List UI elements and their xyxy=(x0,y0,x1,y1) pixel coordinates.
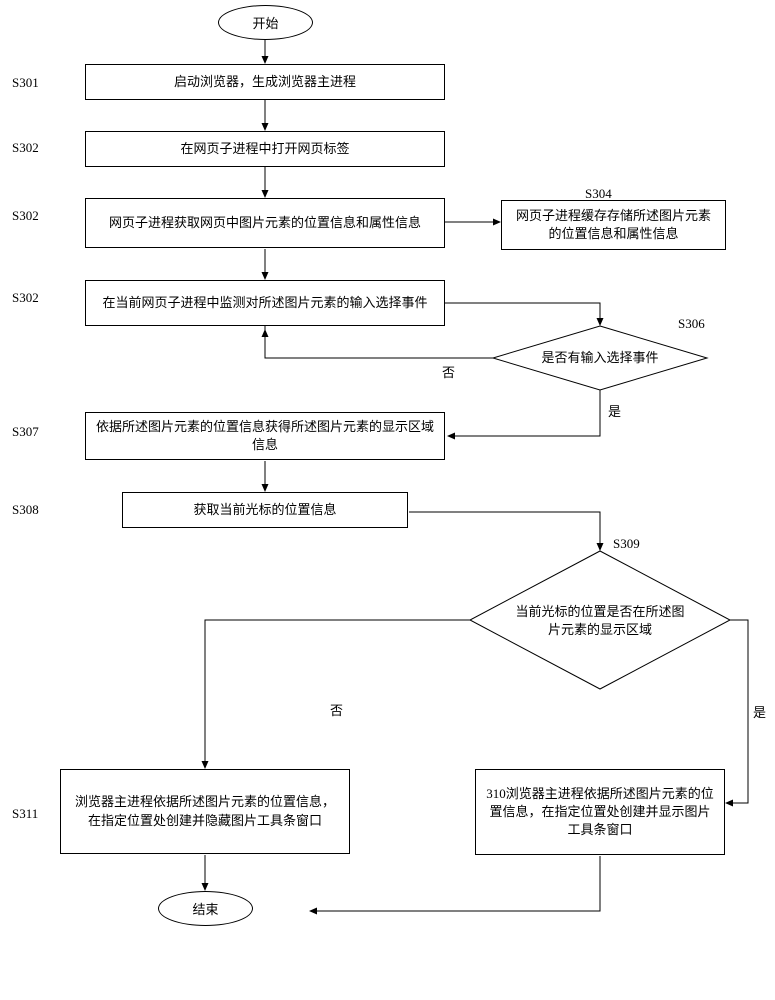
step-s311: 浏览器主进程依据所述图片元素的位置信息，在指定位置处创建并隐藏图片工具条窗口 xyxy=(60,769,350,854)
step-s310-text: 310浏览器主进程依据所述图片元素的位置信息，在指定位置处创建并显示图片工具条窗… xyxy=(484,785,716,840)
step-s304: 网页子进程缓存存储所述图片元素的位置信息和属性信息 xyxy=(501,200,726,250)
step-s307: 依据所述图片元素的位置信息获得所述图片元素的显示区域信息 xyxy=(85,412,445,460)
label-s308: S308 xyxy=(12,502,39,518)
step-s302c-text: 在当前网页子进程中监测对所述图片元素的输入选择事件 xyxy=(102,294,427,312)
step-s302b: 网页子进程获取网页中图片元素的位置信息和属性信息 xyxy=(85,198,445,248)
decision-s306-text: 是否有输入选择事件 xyxy=(541,349,658,367)
label-s302c: S302 xyxy=(12,290,39,306)
edge-s306-no: 否 xyxy=(442,362,455,381)
label-s307: S307 xyxy=(12,424,39,440)
step-s302b-text: 网页子进程获取网页中图片元素的位置信息和属性信息 xyxy=(109,214,421,232)
step-s308: 获取当前光标的位置信息 xyxy=(122,492,408,528)
step-s307-text: 依据所述图片元素的位置信息获得所述图片元素的显示区域信息 xyxy=(94,418,436,454)
step-s304-text: 网页子进程缓存存储所述图片元素的位置信息和属性信息 xyxy=(510,207,717,243)
label-s311: S311 xyxy=(12,806,38,822)
decision-s309-text: 当前光标的位置是否在所述图片元素的显示区域 xyxy=(510,603,690,639)
step-s302a: 在网页子进程中打开网页标签 xyxy=(85,131,445,167)
step-s311-text: 浏览器主进程依据所述图片元素的位置信息，在指定位置处创建并隐藏图片工具条窗口 xyxy=(69,793,341,829)
terminal-end-text: 结束 xyxy=(192,899,218,918)
terminal-start: 开始 xyxy=(218,5,313,40)
edge-s306-yes: 是 xyxy=(608,401,621,420)
step-s308-text: 获取当前光标的位置信息 xyxy=(193,501,336,519)
terminal-end: 结束 xyxy=(158,891,253,926)
step-s301-text: 启动浏览器，生成浏览器主进程 xyxy=(174,73,356,91)
step-s302c: 在当前网页子进程中监测对所述图片元素的输入选择事件 xyxy=(85,280,445,326)
step-s302a-text: 在网页子进程中打开网页标签 xyxy=(180,140,349,158)
edge-s309-no: 否 xyxy=(330,700,343,719)
decision-s306: 是否有输入选择事件 xyxy=(520,344,680,372)
decision-s309: 当前光标的位置是否在所述图片元素的显示区域 xyxy=(510,591,690,651)
label-s306: S306 xyxy=(678,316,705,332)
label-s302a: S302 xyxy=(12,140,39,156)
label-s301: S301 xyxy=(12,75,39,91)
terminal-start-text: 开始 xyxy=(252,13,278,32)
step-s301: 启动浏览器，生成浏览器主进程 xyxy=(85,64,445,100)
label-s302b: S302 xyxy=(12,208,39,224)
label-s309: S309 xyxy=(613,536,640,552)
step-s310: 310浏览器主进程依据所述图片元素的位置信息，在指定位置处创建并显示图片工具条窗… xyxy=(475,769,725,855)
edge-s309-yes: 是 xyxy=(753,702,766,721)
